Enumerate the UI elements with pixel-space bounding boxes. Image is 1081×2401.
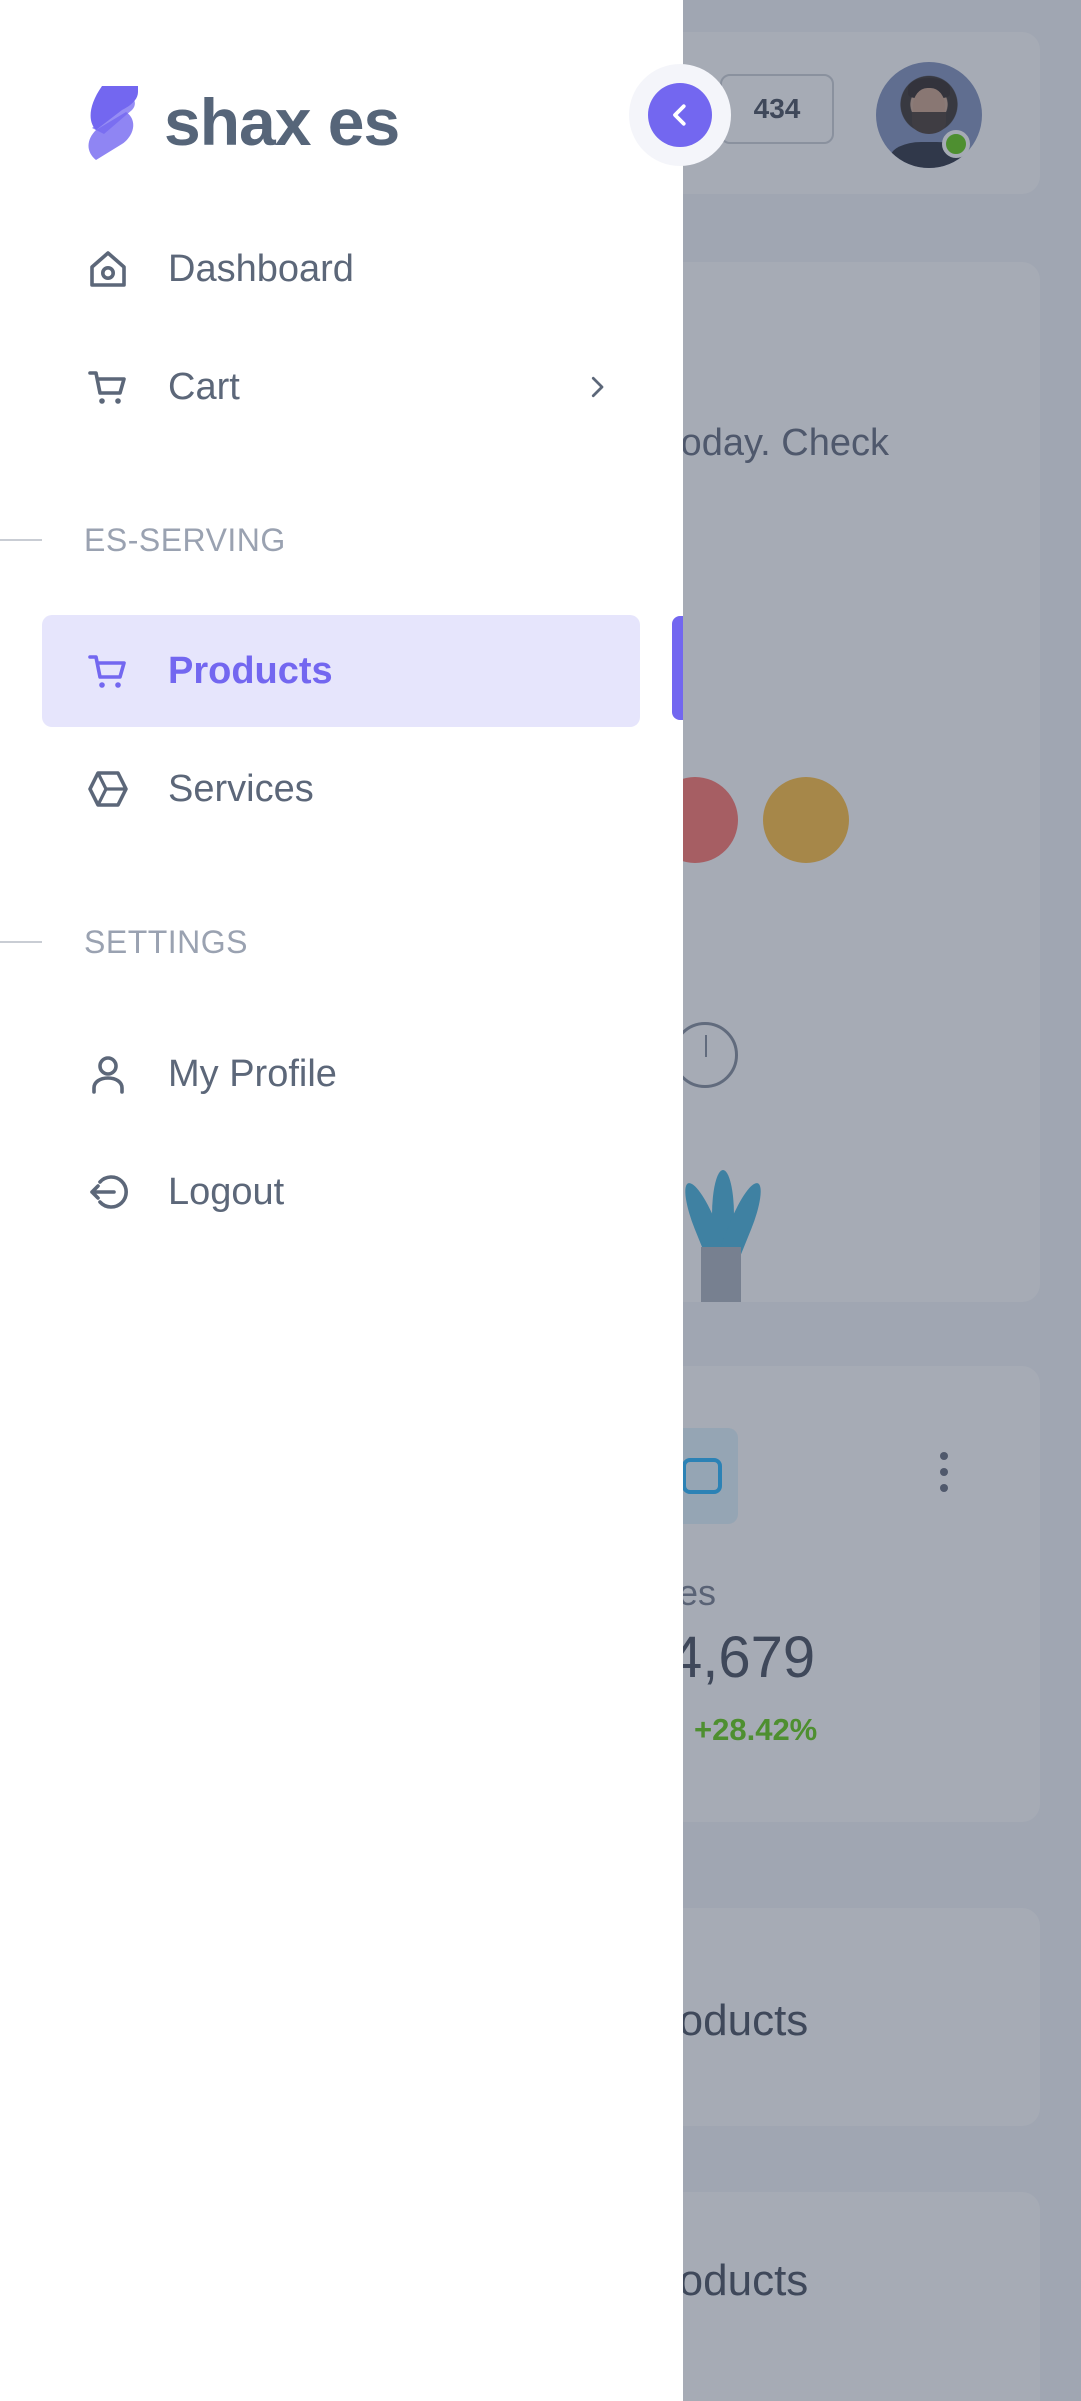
navigation-drawer: shax es Dashboard Cart ES-SERVING Produc…	[0, 0, 731, 2401]
nav-item-services[interactable]: Services	[42, 733, 640, 845]
chevron-right-icon	[591, 376, 604, 398]
section-divider	[0, 941, 42, 943]
nav-item-label: Dashboard	[168, 247, 354, 290]
section-divider	[0, 539, 42, 541]
nav-item-cart[interactable]: Cart	[42, 331, 640, 443]
nav-item-dashboard[interactable]: Dashboard	[42, 213, 640, 325]
brand[interactable]: shax es	[82, 80, 400, 164]
active-item-indicator	[672, 616, 683, 720]
section-header-es-serving: ES-SERVING	[0, 520, 683, 560]
home-icon	[82, 243, 134, 295]
nav-item-logout[interactable]: Logout	[42, 1136, 640, 1248]
hexagon-icon	[82, 763, 134, 815]
collapse-button-circle	[648, 83, 712, 147]
section-header-settings: SETTINGS	[0, 922, 683, 962]
nav-item-label: Products	[168, 649, 333, 692]
user-icon	[82, 1048, 134, 1100]
brand-logo-icon	[88, 86, 138, 160]
nav-item-products[interactable]: Products	[42, 615, 640, 727]
cart-icon	[82, 361, 134, 413]
section-title: ES-SERVING	[84, 521, 286, 558]
nav-item-label: Services	[168, 767, 314, 810]
nav-item-label: My Profile	[168, 1052, 337, 1095]
logout-icon	[82, 1166, 134, 1218]
nav-item-label: Logout	[168, 1170, 285, 1213]
chevron-left-icon	[673, 104, 686, 126]
brand-name: shax es	[164, 85, 400, 159]
collapse-drawer-button[interactable]	[629, 64, 731, 166]
cart-icon	[82, 645, 134, 697]
nav-item-label: Cart	[168, 365, 240, 408]
section-title: SETTINGS	[84, 923, 249, 960]
nav-item-my-profile[interactable]: My Profile	[42, 1018, 640, 1130]
